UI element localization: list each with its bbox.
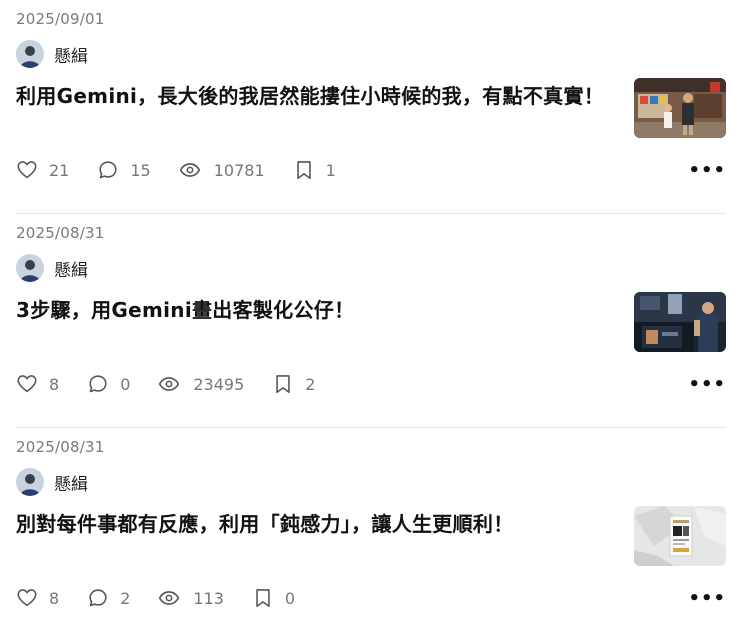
comment-bubble-icon: [99, 161, 117, 179]
comment-bubble-icon: [89, 375, 107, 393]
post-feed: 2025/09/01 懸緝 利用Gemini，長大後的我居然能摟住小時候的我，有…: [0, 0, 740, 620]
post-thumbnail[interactable]: [634, 292, 726, 352]
bookmark-count: 0: [284, 588, 296, 608]
post-card: 2025/08/31 懸緝 3步驟，用Gemini畫出客製化公仔！ 8 0 23…: [16, 214, 726, 428]
eye-icon: [179, 163, 200, 177]
like-count: 8: [49, 588, 60, 608]
post-title[interactable]: 3步驟，用Gemini畫出客製化公仔！: [16, 294, 608, 326]
views-stat: 10781: [179, 159, 265, 181]
bookmark-icon: [296, 161, 311, 180]
bookmark-count: 1: [325, 160, 336, 180]
views-stat: 23495: [158, 373, 244, 395]
post-date: 2025/08/31: [16, 438, 105, 456]
bookmark-button[interactable]: 1: [293, 159, 336, 181]
comment-count: 0: [120, 374, 131, 394]
views-count: 10781: [213, 160, 265, 180]
like-button[interactable]: 8: [16, 587, 59, 609]
author-name: 懸緝: [54, 260, 88, 281]
like-count: 8: [49, 374, 60, 394]
post-title[interactable]: 利用Gemini，長大後的我居然能摟住小時候的我，有點不真實！: [16, 80, 608, 112]
more-options-button[interactable]: •••: [686, 158, 726, 182]
post-stats: 8 0 23495 2: [16, 372, 343, 396]
post-title[interactable]: 別對每件事都有反應，利用「鈍感力」，讓人生更順利！: [16, 508, 608, 540]
like-button[interactable]: 8: [16, 373, 59, 395]
author-avatar: [16, 40, 44, 68]
bookmark-icon: [256, 589, 270, 608]
post-date: 2025/09/01: [16, 10, 105, 28]
bookmark-icon: [276, 375, 291, 394]
author-name: 懸緝: [54, 474, 88, 495]
comment-button[interactable]: 15: [97, 159, 151, 181]
heart-icon: [17, 161, 37, 179]
post-author[interactable]: 懸緝: [16, 254, 88, 282]
bookmark-button[interactable]: 2: [272, 373, 315, 395]
post-stats: 8 2 113 0: [16, 586, 323, 610]
post-card: 2025/08/31 懸緝 別對每件事都有反應，利用「鈍感力」，讓人生更順利！: [16, 428, 726, 620]
views-count: 113: [193, 588, 224, 608]
comment-button[interactable]: 0: [87, 373, 130, 395]
eye-icon: [159, 591, 180, 605]
post-thumbnail[interactable]: [634, 78, 726, 138]
post-thumbnail[interactable]: [634, 506, 726, 566]
heart-icon: [17, 589, 37, 607]
bookmark-button[interactable]: 0: [252, 587, 295, 609]
views-stat: 113: [158, 587, 224, 609]
like-button[interactable]: 21: [16, 159, 69, 181]
more-options-button[interactable]: •••: [686, 372, 726, 396]
author-name: 懸緝: [54, 46, 88, 67]
bookmark-count: 2: [305, 374, 316, 394]
heart-icon: [17, 375, 37, 393]
comment-count: 15: [130, 160, 151, 180]
comment-count: 2: [120, 588, 131, 608]
post-date: 2025/08/31: [16, 224, 105, 242]
comment-bubble-icon: [89, 589, 107, 607]
post-card: 2025/09/01 懸緝 利用Gemini，長大後的我居然能摟住小時候的我，有…: [16, 0, 726, 214]
eye-icon: [159, 377, 180, 391]
post-author[interactable]: 懸緝: [16, 40, 88, 68]
author-avatar: [16, 254, 44, 282]
post-author[interactable]: 懸緝: [16, 468, 88, 496]
like-count: 21: [49, 160, 70, 180]
post-stats: 21 15 10781 1: [16, 158, 364, 182]
author-avatar: [16, 468, 44, 496]
views-count: 23495: [193, 374, 245, 394]
comment-button[interactable]: 2: [87, 587, 130, 609]
more-options-button[interactable]: •••: [686, 586, 726, 610]
